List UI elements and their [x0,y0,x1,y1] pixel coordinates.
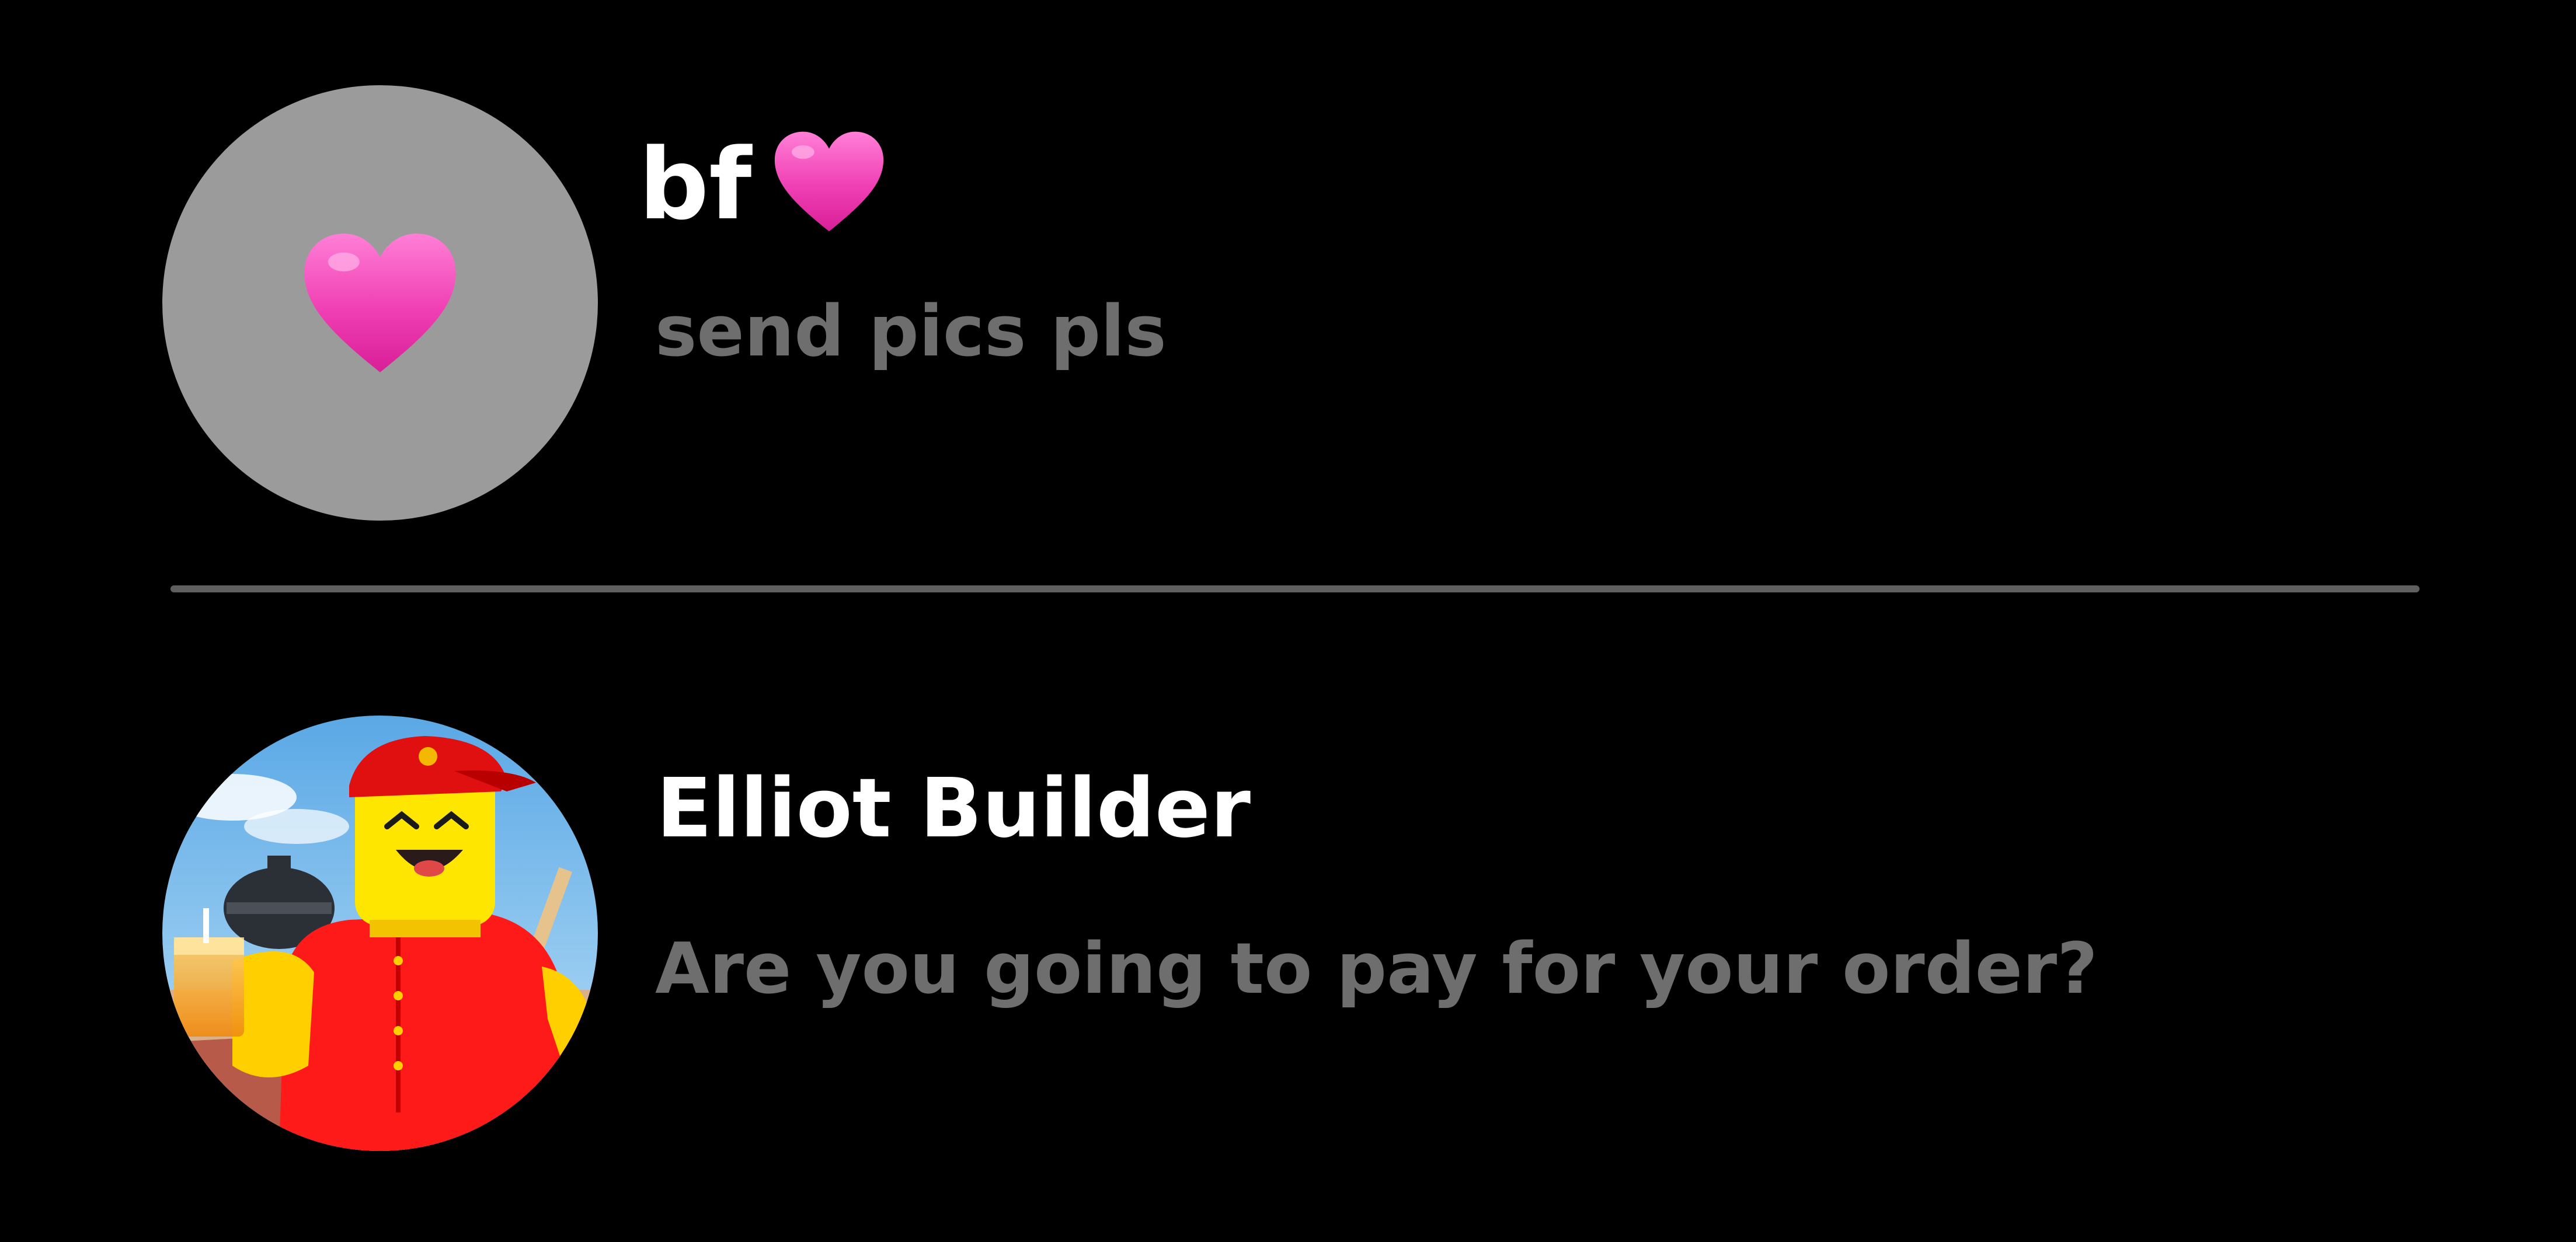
divider [170,585,2420,592]
contact-name: Elliot Builder [656,761,1251,856]
avatar[interactable] [162,85,598,521]
pink-heart-icon [775,131,884,232]
roblox-character-avatar-image [162,716,598,1151]
message-preview: send pics pls [655,291,1167,372]
message-preview: Are you going to pay for your order? [655,929,2098,1010]
pink-heart-icon [304,233,456,372]
contact-name-text: bf [639,127,752,242]
conversation-item-bf[interactable]: bf send pics pls [0,85,2576,523]
chat-list: bf send pics pls Elliot Builder Are you … [0,0,2576,1242]
conversation-item-elliot-builder[interactable]: Elliot Builder Are you going to pay for … [0,716,2576,1156]
avatar[interactable] [162,716,598,1151]
contact-name: bf [639,126,886,243]
